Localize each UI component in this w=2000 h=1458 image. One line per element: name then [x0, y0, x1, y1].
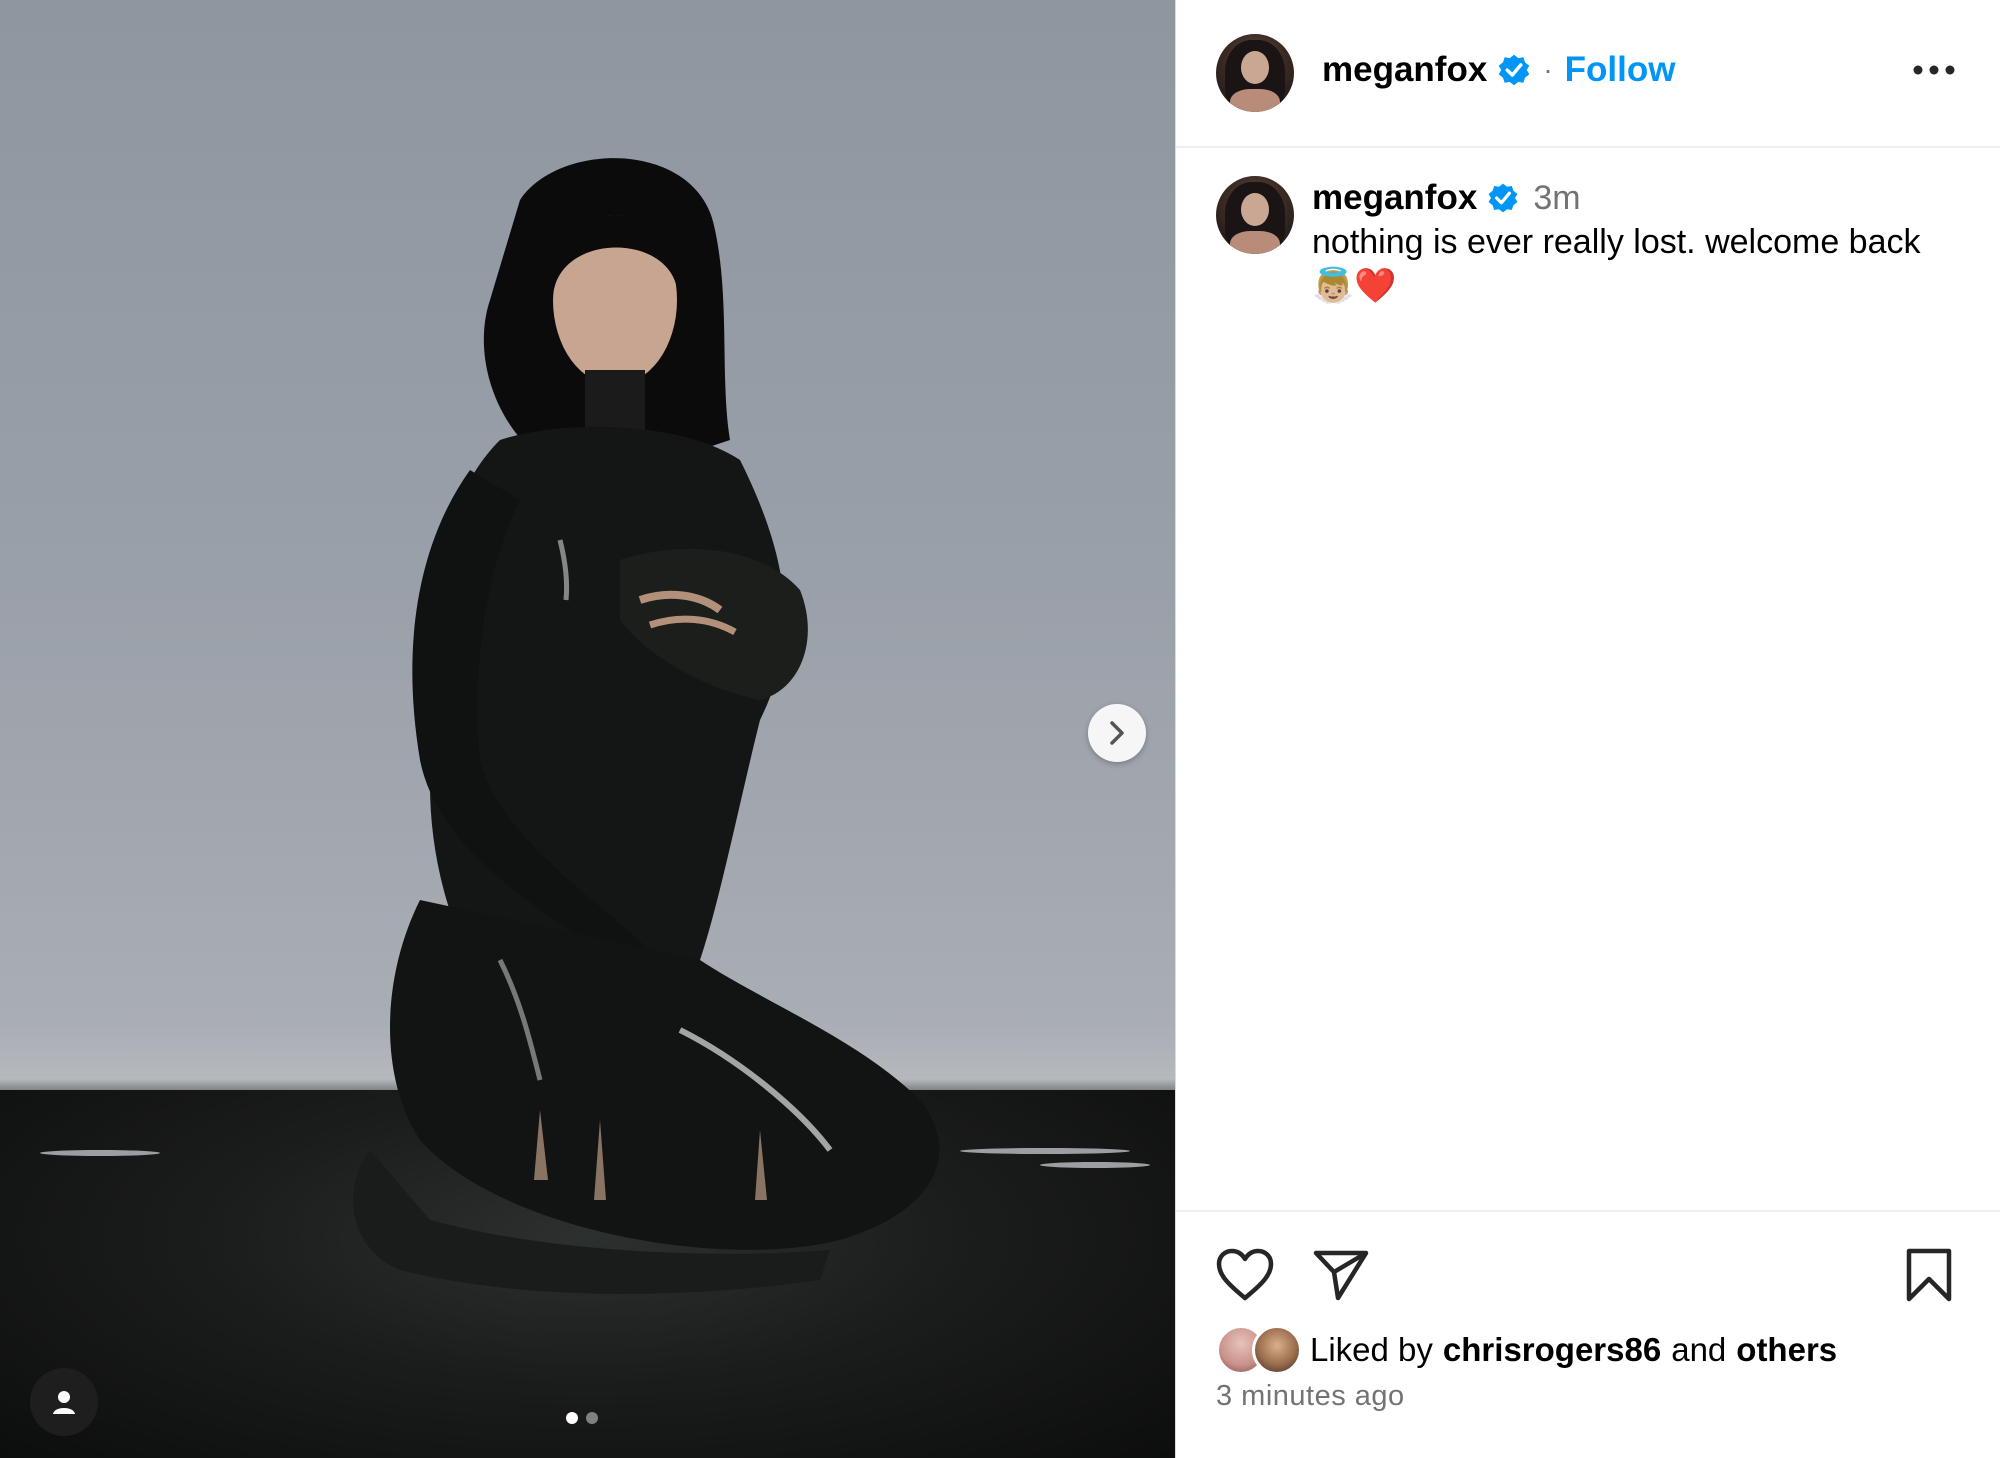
heart-icon — [1216, 1248, 1274, 1301]
verified-badge-icon — [1488, 183, 1518, 213]
bookmark-icon — [1906, 1248, 1952, 1302]
likes-summary: Liked by chrisrogers86 and others — [1216, 1325, 1837, 1375]
post-caption: meganfox 3m nothing is ever really lost.… — [1312, 176, 1972, 308]
paper-plane-icon — [1313, 1250, 1369, 1301]
carousel-dot — [586, 1412, 598, 1424]
header-separator: · — [1543, 54, 1553, 85]
liker-avatar — [1252, 1325, 1302, 1375]
liked-by-and: and — [1671, 1331, 1727, 1368]
save-button[interactable] — [1904, 1245, 1954, 1305]
liked-by-user[interactable]: chrisrogers86 — [1443, 1331, 1661, 1369]
share-button[interactable] — [1312, 1245, 1370, 1305]
caption-emojis: 👼🏼❤️ — [1312, 267, 1397, 305]
liked-by-prefix: Liked by — [1310, 1331, 1433, 1368]
caption-text: nothing is ever really lost. welcome bac… — [1312, 223, 1921, 261]
verified-badge-icon — [1499, 54, 1530, 86]
liker-avatars[interactable] — [1216, 1325, 1302, 1375]
carousel-indicator — [566, 1412, 598, 1424]
like-button[interactable] — [1216, 1245, 1274, 1305]
author-username[interactable]: meganfox — [1322, 50, 1487, 90]
caption-author-avatar[interactable] — [1216, 176, 1294, 254]
post-time-ago[interactable]: 3 minutes ago — [1216, 1380, 1405, 1413]
carousel-dot-active — [566, 1412, 578, 1424]
post-side-panel: meganfox · Follow meganfox 3m nothing is… — [1176, 0, 2000, 1458]
header-author-row: meganfox · Follow — [1322, 50, 1675, 90]
chevron-right-icon — [1110, 721, 1124, 745]
footer-divider — [1176, 1210, 2000, 1212]
caption-timestamp[interactable]: 3m — [1533, 176, 1580, 220]
more-options-button[interactable] — [1904, 55, 1964, 85]
post-media[interactable] — [0, 0, 1175, 1458]
liked-by-others[interactable]: others — [1736, 1331, 1837, 1369]
post-photo-figure — [353, 158, 940, 1294]
follow-button[interactable]: Follow — [1565, 50, 1676, 90]
post-header: meganfox · Follow — [1176, 0, 2000, 148]
caption-author-username[interactable]: meganfox — [1312, 176, 1477, 220]
author-avatar[interactable] — [1216, 34, 1294, 112]
more-options-icon — [1913, 65, 1955, 75]
user-tag-icon — [53, 1391, 75, 1414]
tagged-users-button[interactable] — [30, 1368, 98, 1436]
carousel-next-button[interactable] — [1088, 704, 1146, 762]
